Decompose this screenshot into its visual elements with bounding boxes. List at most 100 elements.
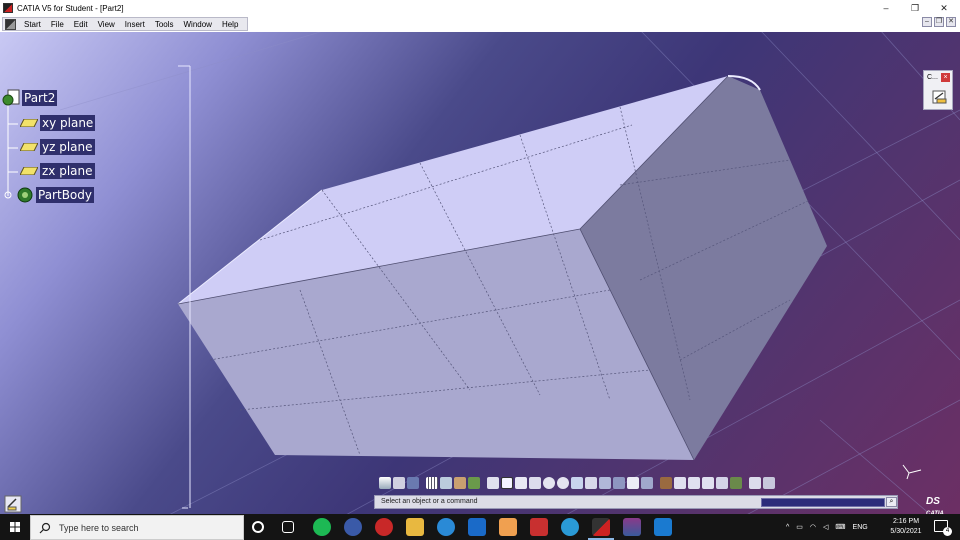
close-button[interactable]: ✕	[929, 0, 959, 16]
catalog-icon[interactable]	[730, 477, 742, 489]
grid-icon[interactable]	[426, 477, 438, 489]
tree-label-part2: Part2	[22, 90, 58, 106]
app-red-icon[interactable]	[530, 518, 548, 536]
status-message: Select an object or a command	[381, 498, 478, 505]
fit-all-icon[interactable]	[501, 477, 513, 489]
mail-icon[interactable]	[468, 518, 486, 536]
system-tray: ^ ▭ ◠ ◁ ⌨ ENG	[786, 514, 868, 540]
catia-app-icon[interactable]	[3, 3, 13, 13]
tree-root-part2[interactable]: Part2	[2, 88, 58, 108]
menu-tools[interactable]: Tools	[150, 20, 179, 29]
rotate-icon[interactable]	[529, 477, 541, 489]
expand-node-icon[interactable]	[4, 191, 12, 199]
plane-icon	[20, 143, 38, 151]
winrar-icon[interactable]	[623, 518, 641, 536]
floating-toolbar[interactable]: C... ×	[923, 70, 953, 110]
swap-icon[interactable]	[641, 477, 653, 489]
fly-icon[interactable]	[487, 477, 499, 489]
mdi-restore-button[interactable]: ❐	[934, 17, 944, 27]
tree-item-partbody[interactable]: PartBody	[4, 186, 94, 204]
taskbar-search-box[interactable]: Type here to search	[30, 515, 244, 540]
record-icon[interactable]	[375, 518, 393, 536]
notification-count: 4	[943, 527, 952, 536]
app-icon[interactable]	[344, 518, 362, 536]
tree-item-yz-plane[interactable]: yz plane	[20, 139, 95, 155]
clock-time: 2:16 PM	[892, 518, 920, 525]
part-icon	[2, 89, 20, 106]
axis-triad	[902, 464, 922, 480]
view-toolbar	[378, 472, 776, 494]
part-geometry[interactable]	[0, 32, 960, 514]
sketch-icon[interactable]	[454, 477, 466, 489]
3d-viewport[interactable]: Part2 xy plane yz plane zx plane PartBod…	[0, 32, 960, 514]
plane-icon	[20, 119, 38, 127]
volume-icon[interactable]: ◁	[823, 523, 828, 531]
pan-icon[interactable]	[515, 477, 527, 489]
partbody-gear-icon	[17, 187, 33, 203]
document-icon[interactable]	[5, 18, 16, 30]
tree-label-partbody: PartBody	[36, 187, 94, 203]
multi-view-icon[interactable]	[585, 477, 597, 489]
tree-item-xy-plane[interactable]: xy plane	[20, 115, 96, 131]
sketcher-icon[interactable]	[4, 495, 22, 513]
menu-file[interactable]: File	[46, 20, 69, 29]
photo-icon[interactable]	[393, 477, 405, 489]
window-title: CATIA V5 for Student - [Part2]	[17, 3, 124, 13]
title-bar: CATIA V5 for Student - [Part2] – ❐ ✕	[0, 0, 960, 16]
tools-icon[interactable]	[716, 477, 728, 489]
battery-icon[interactable]: ▭	[796, 523, 803, 531]
tree-label-xy-plane: xy plane	[40, 115, 96, 131]
status-bar: Select an object or a command ⌕	[374, 495, 898, 509]
command-input[interactable]	[761, 498, 885, 507]
mdi-minimize-button[interactable]: –	[922, 17, 932, 27]
spotify-icon[interactable]	[313, 518, 331, 536]
catia-icon[interactable]	[588, 518, 614, 540]
apply-material-icon[interactable]	[660, 477, 672, 489]
formula-icon[interactable]	[379, 477, 391, 489]
keyboard-icon[interactable]: ⌨	[835, 523, 845, 531]
hide-show-icon[interactable]	[627, 477, 639, 489]
more-icon[interactable]	[763, 477, 775, 489]
menu-start[interactable]: Start	[19, 20, 46, 29]
language-indicator[interactable]: ENG	[853, 524, 868, 531]
windows-start-icon[interactable]	[0, 514, 30, 540]
menu-view[interactable]: View	[93, 20, 120, 29]
shading-icon[interactable]	[613, 477, 625, 489]
zoom-in-icon[interactable]	[543, 477, 555, 489]
menu-edit[interactable]: Edit	[69, 20, 93, 29]
minimize-button[interactable]: –	[871, 0, 901, 16]
tree-item-zx-plane[interactable]: zx plane	[20, 163, 95, 179]
menu-insert[interactable]: Insert	[120, 20, 150, 29]
task-view-icon[interactable]	[282, 521, 294, 533]
menu-window[interactable]: Window	[179, 20, 217, 29]
clock-date: 5/30/2021	[890, 528, 922, 535]
app-orange-icon[interactable]	[499, 518, 517, 536]
zoom-out-icon[interactable]	[557, 477, 569, 489]
file-explorer-icon[interactable]	[406, 518, 424, 536]
restore-button[interactable]: ❐	[900, 0, 930, 16]
arrows-icon[interactable]	[468, 477, 480, 489]
sketch-tool-icon[interactable]	[932, 89, 948, 105]
inertia-icon[interactable]	[702, 477, 714, 489]
measure-item-icon[interactable]	[688, 477, 700, 489]
taskbar-clock[interactable]: 2:16 PM 5/30/2021	[882, 517, 930, 537]
edge-icon[interactable]	[437, 518, 455, 536]
menu-help[interactable]: Help	[217, 20, 243, 29]
media-player-icon[interactable]	[654, 518, 672, 536]
snap-icon[interactable]	[440, 477, 452, 489]
measure-between-icon[interactable]	[674, 477, 686, 489]
plane-icon	[20, 167, 38, 175]
wifi-icon[interactable]: ◠	[810, 523, 816, 531]
command-search-icon[interactable]: ⌕	[886, 497, 897, 507]
floating-toolbar-close[interactable]: ×	[941, 73, 950, 82]
normal-view-icon[interactable]	[571, 477, 583, 489]
mdi-close-button[interactable]: ✕	[946, 17, 956, 27]
iso-view-icon[interactable]	[599, 477, 611, 489]
cortana-icon[interactable]	[252, 521, 264, 533]
notification-center-icon[interactable]: 4	[934, 520, 952, 536]
analysis-icon[interactable]	[749, 477, 761, 489]
cube-small-icon[interactable]	[407, 477, 419, 489]
tree-label-yz-plane: yz plane	[40, 139, 95, 155]
telegram-icon[interactable]	[561, 518, 579, 536]
show-hidden-icons-icon[interactable]: ^	[786, 524, 789, 531]
